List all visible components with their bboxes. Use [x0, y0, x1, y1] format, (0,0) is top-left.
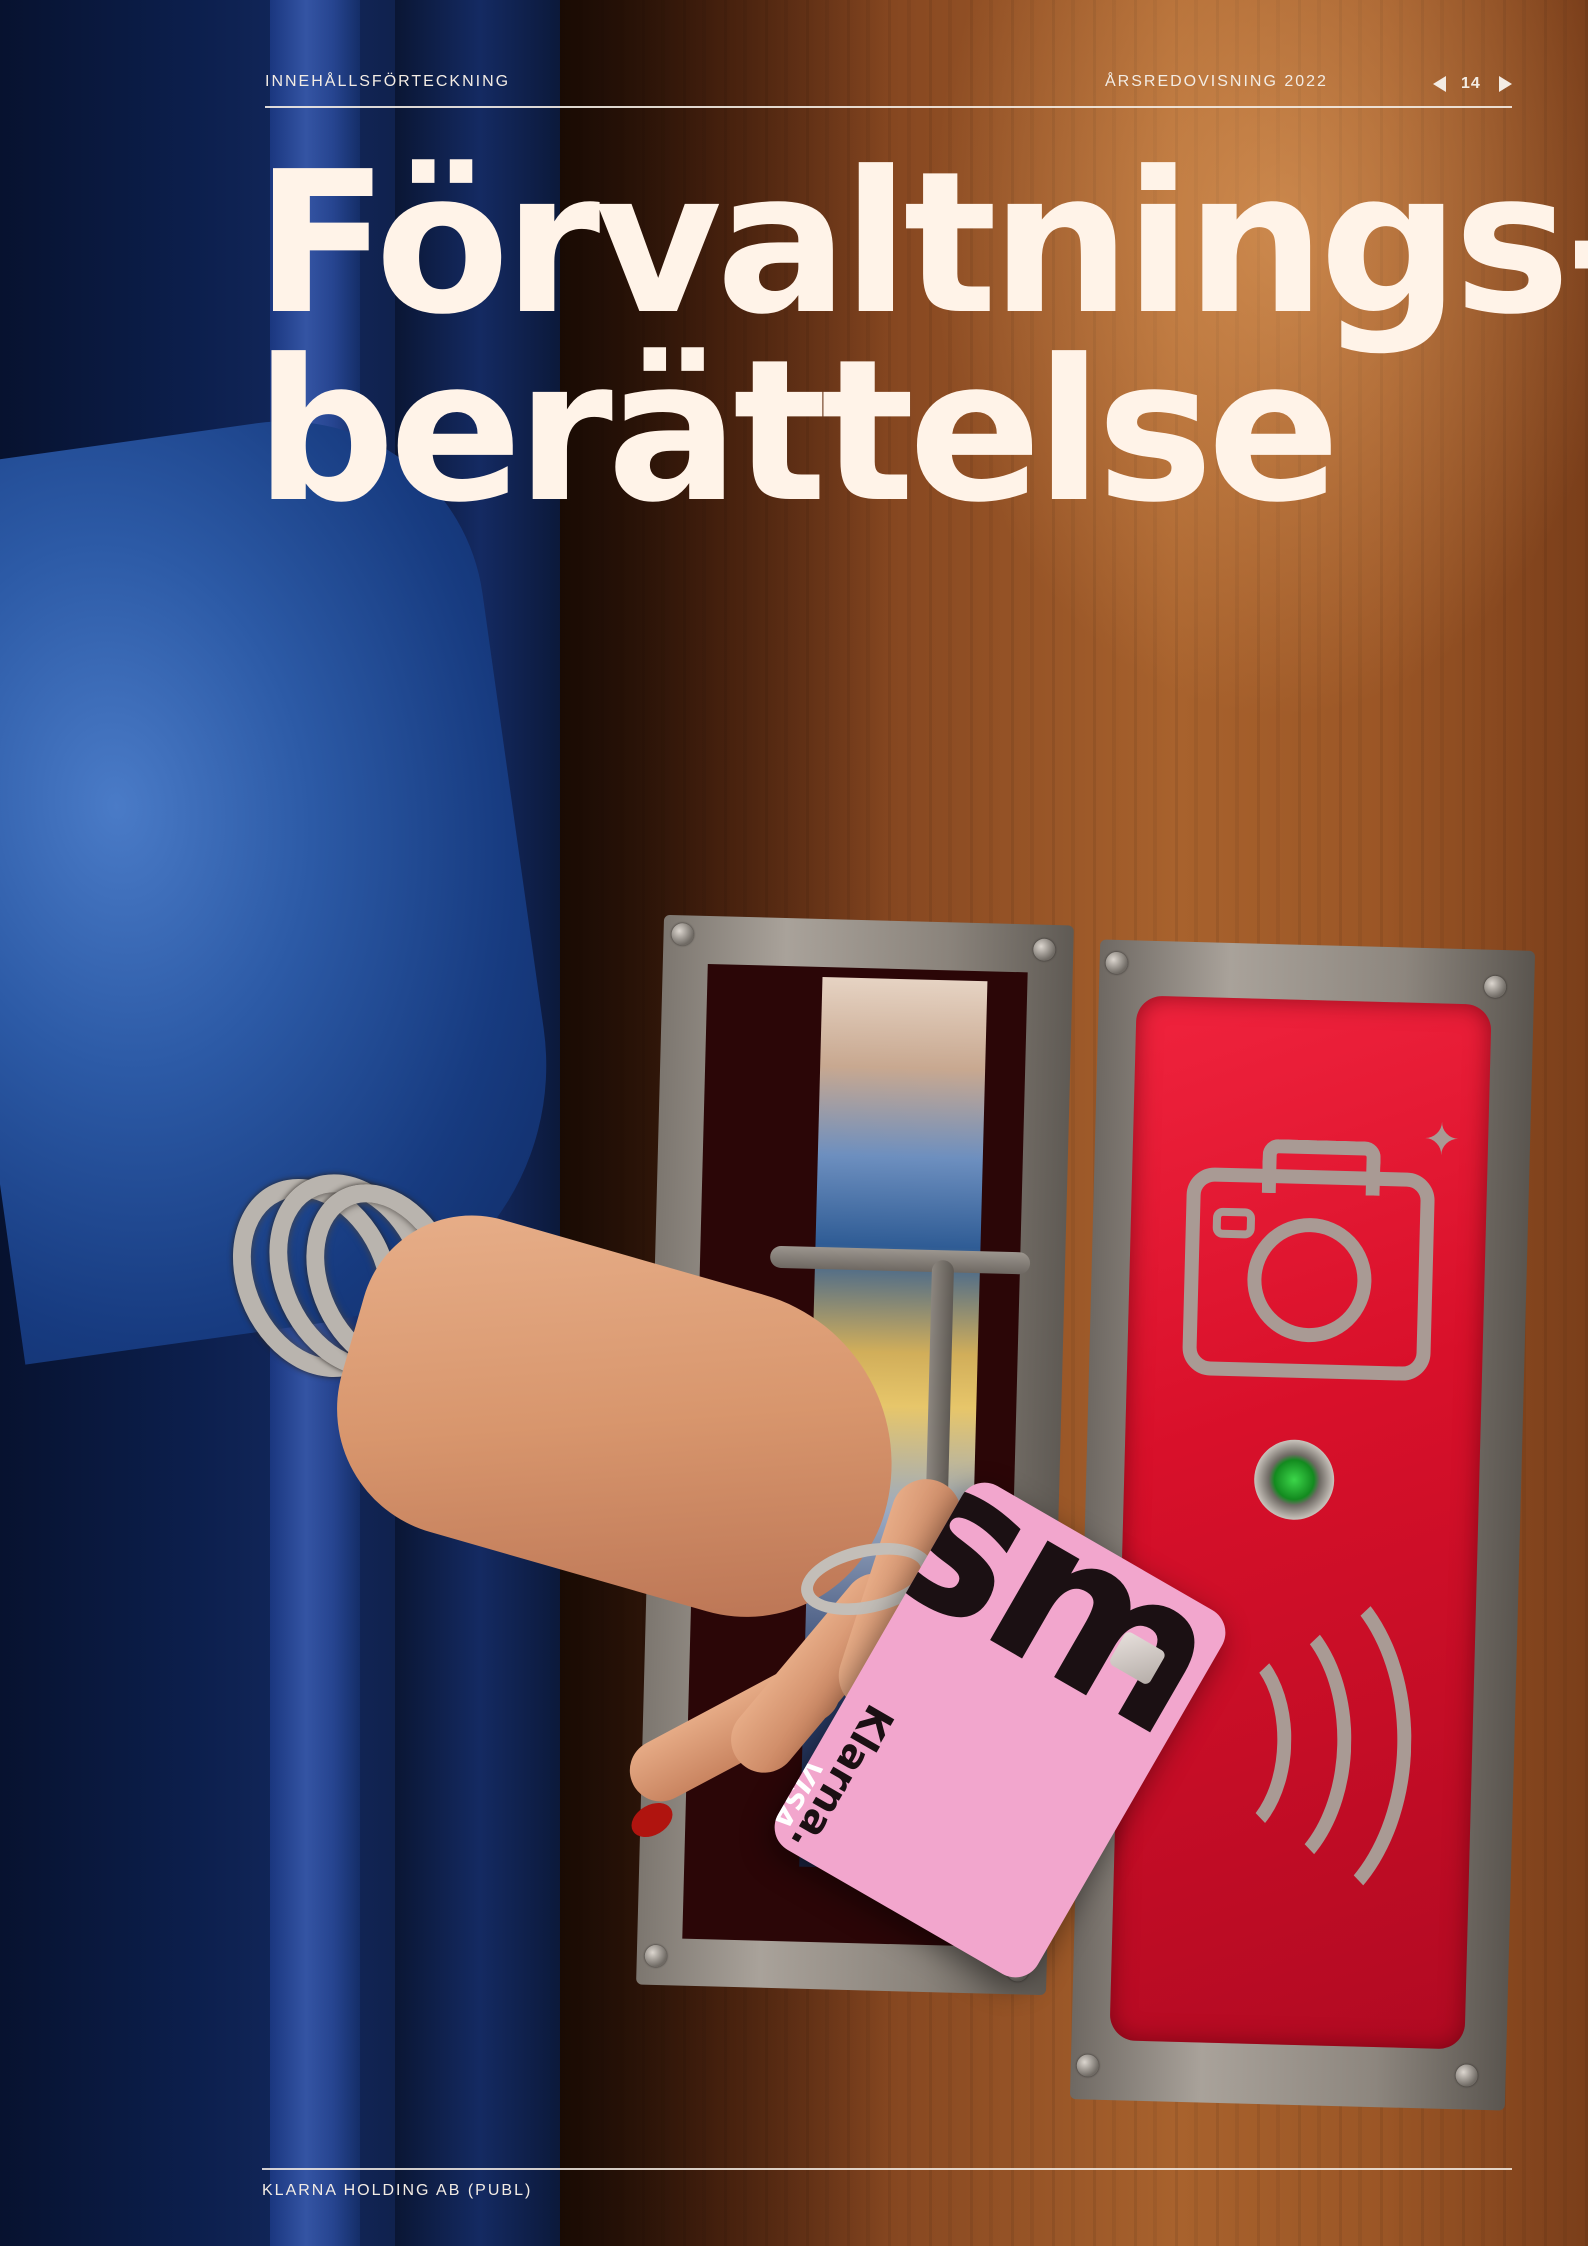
section-title-line-1: Förvaltnings- — [255, 130, 1588, 358]
payment-terminal-panel: ✦ — [1109, 995, 1492, 2050]
running-header: INNEHÅLLSFÖRTECKNING ÅRSREDOVISNING 2022… — [265, 70, 1512, 108]
page-footer: KLARNA HOLDING AB (PUBL) — [262, 2168, 1512, 2208]
screw — [1105, 951, 1128, 975]
screw — [1033, 938, 1056, 962]
screw — [1455, 2064, 1478, 2087]
screw — [1076, 2054, 1100, 2077]
document-title: ÅRSREDOVISNING 2022 — [1105, 73, 1328, 90]
payment-terminal-frame: ✦ — [1069, 939, 1536, 2111]
section-title: Förvaltnings- berättelse — [255, 130, 1588, 546]
toc-link[interactable]: INNEHÅLLSFÖRTECKNING — [265, 73, 510, 91]
screw — [644, 1944, 668, 1968]
page-navigation: 14 — [1433, 72, 1513, 96]
triangle-right-icon[interactable] — [1499, 76, 1512, 92]
camera-flash-icon — [1212, 1207, 1256, 1239]
triangle-left-icon[interactable] — [1433, 76, 1446, 92]
page-number: 14 — [1461, 75, 1481, 92]
annual-report-page: ✦ smoooth Klarna. VISA INNEHÅLLSFÖRTECKN… — [0, 0, 1588, 2246]
screw — [671, 923, 694, 946]
green-status-light — [1253, 1438, 1336, 1521]
header-divider — [265, 106, 1512, 108]
footer-divider — [262, 2168, 1512, 2170]
screw — [1483, 975, 1507, 999]
section-title-line-2: berättelse — [255, 318, 1340, 546]
slot-handle — [769, 1245, 1031, 1275]
sparkle-icon: ✦ — [1422, 1114, 1461, 1166]
company-name: KLARNA HOLDING AB (PUBL) — [262, 2182, 533, 2199]
